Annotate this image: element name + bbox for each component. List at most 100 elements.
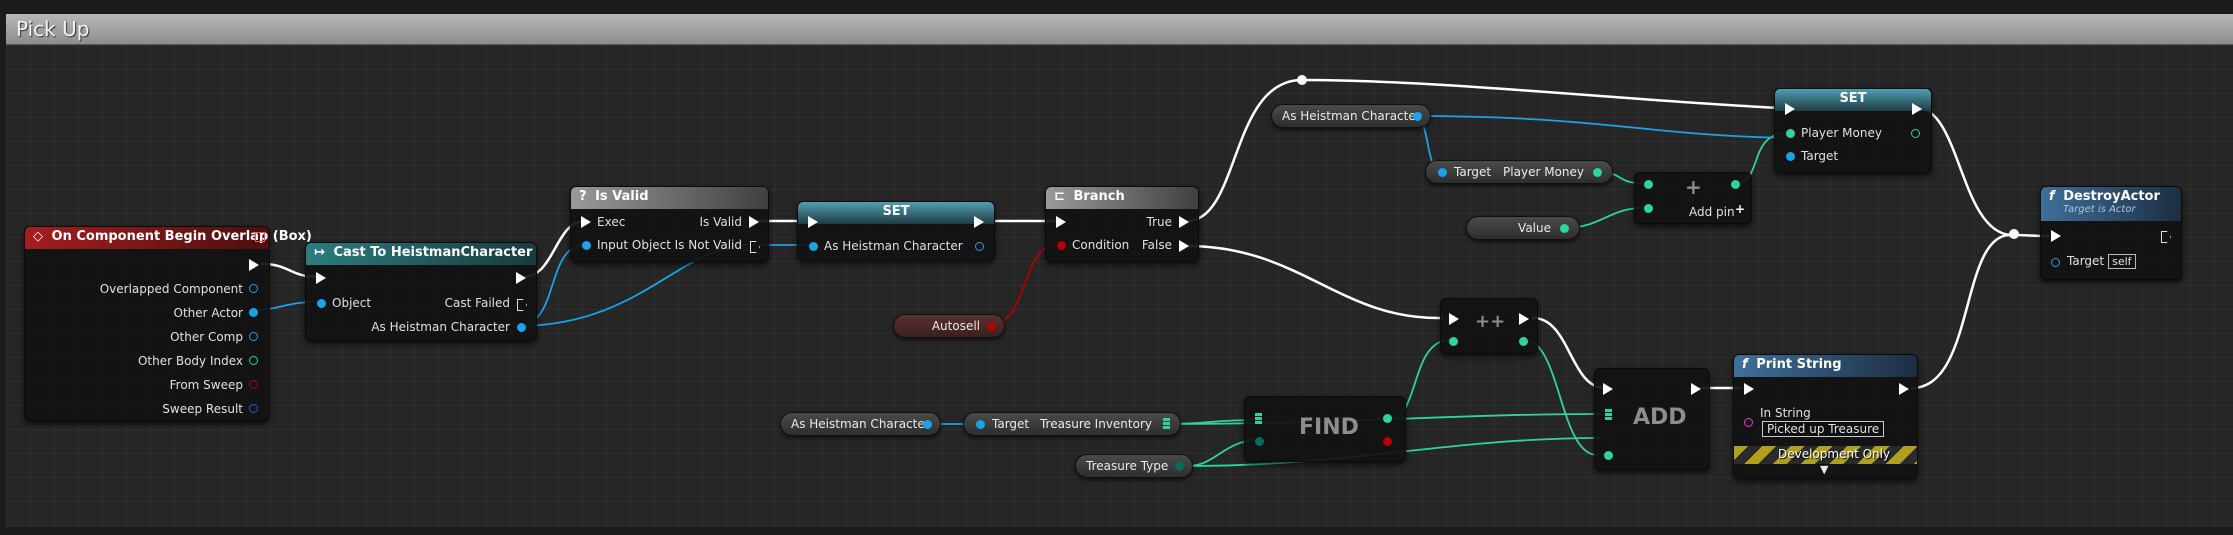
increment-node[interactable]: ++ bbox=[1440, 298, 1538, 354]
chevron-down-icon[interactable]: ▼ bbox=[1820, 463, 1828, 476]
object-pin[interactable] bbox=[582, 241, 591, 250]
variable-heistman-bottom[interactable]: As Heistman Character bbox=[780, 412, 941, 436]
struct-pin[interactable] bbox=[249, 404, 258, 413]
pin-label: Other Comp bbox=[170, 330, 243, 344]
exec-in-pin[interactable] bbox=[2051, 230, 2061, 242]
int-pin[interactable] bbox=[1383, 414, 1392, 423]
comment-box-header[interactable]: Pick Up bbox=[6, 14, 2233, 45]
exec-in-pin[interactable] bbox=[808, 216, 818, 228]
object-pin[interactable] bbox=[976, 420, 985, 429]
string-value-box[interactable]: Picked up Treasure bbox=[1762, 421, 1885, 437]
enum-pin[interactable] bbox=[1255, 437, 1264, 446]
exec-in-pin[interactable] bbox=[581, 216, 591, 228]
pin-label: False bbox=[1141, 238, 1172, 252]
exec-in-pin[interactable] bbox=[1785, 103, 1795, 115]
float-pin[interactable] bbox=[1731, 180, 1740, 189]
array-add-node[interactable]: ADD bbox=[1594, 368, 1710, 470]
enum-pin[interactable] bbox=[1175, 462, 1184, 471]
pin-label: Sweep Result bbox=[162, 402, 243, 416]
exec-in-pin[interactable] bbox=[1449, 313, 1459, 325]
exec-out-pin[interactable] bbox=[1912, 103, 1922, 115]
bool-pin[interactable] bbox=[249, 380, 258, 389]
exec-out-pin[interactable] bbox=[974, 216, 984, 228]
float-pin[interactable] bbox=[1786, 129, 1795, 138]
int-pin[interactable] bbox=[249, 356, 258, 365]
object-pin[interactable] bbox=[317, 299, 326, 308]
plus-icon[interactable]: + bbox=[1735, 202, 1745, 216]
string-pin[interactable] bbox=[1744, 418, 1753, 427]
blueprint-editor: Pick Up ◇ On Component Begin Overlap (Bo… bbox=[0, 0, 2233, 535]
exec-out-pin[interactable] bbox=[1519, 313, 1529, 325]
get-treasure-inventory-node[interactable]: Target Treasure Inventory bbox=[963, 412, 1181, 436]
exec-out-pin[interactable] bbox=[1899, 383, 1909, 395]
set-player-money-node[interactable]: SET Player Money Target bbox=[1774, 88, 1932, 173]
object-pin[interactable] bbox=[1438, 168, 1447, 177]
exec-in-pin[interactable] bbox=[1603, 383, 1613, 395]
branch-node[interactable]: ⊏ Branch True Condition False bbox=[1045, 186, 1199, 262]
int-pin[interactable] bbox=[1519, 337, 1528, 346]
string-input[interactable]: Picked up Treasure bbox=[1762, 421, 1885, 437]
variable-treasure-type[interactable]: Treasure Type bbox=[1075, 454, 1193, 478]
float-pin[interactable] bbox=[1644, 180, 1653, 189]
exec-out-pin[interactable] bbox=[749, 216, 759, 228]
exec-in-pin[interactable] bbox=[1744, 383, 1754, 395]
object-pin[interactable] bbox=[1786, 152, 1795, 161]
exec-out-pin[interactable] bbox=[1179, 216, 1189, 228]
bool-pin[interactable] bbox=[987, 322, 996, 331]
float-pin[interactable] bbox=[1644, 204, 1653, 213]
float-pin[interactable] bbox=[1560, 224, 1569, 233]
object-pin[interactable] bbox=[249, 332, 258, 341]
node-header: ⊏ Branch bbox=[1046, 187, 1198, 209]
exec-out-pin[interactable] bbox=[517, 299, 527, 311]
node-title: Branch bbox=[1073, 189, 1125, 204]
pin-label: True bbox=[1146, 215, 1173, 229]
pin-label: Other Actor bbox=[173, 306, 243, 320]
exec-in-pin[interactable] bbox=[1056, 216, 1066, 228]
object-pin[interactable] bbox=[923, 420, 932, 429]
cast-node[interactable]: ↦ Cast To HeistmanCharacter Object Cast … bbox=[305, 242, 537, 341]
array-grid-icon[interactable] bbox=[1605, 409, 1612, 421]
variable-value[interactable]: Value bbox=[1466, 216, 1580, 240]
print-string-node[interactable]: f Print String In String Picked up Treas… bbox=[1733, 354, 1918, 479]
array-find-node[interactable]: FIND bbox=[1244, 396, 1406, 462]
pin-label: Input Object bbox=[597, 238, 671, 252]
exec-out-pin[interactable] bbox=[516, 272, 526, 284]
object-pin[interactable] bbox=[249, 308, 258, 317]
bool-pin[interactable] bbox=[1057, 241, 1066, 250]
event-node-begin-overlap[interactable]: ◇ On Component Begin Overlap (Box) Overl… bbox=[24, 226, 312, 421]
object-pin[interactable] bbox=[2051, 258, 2060, 267]
array-grid-icon[interactable] bbox=[1163, 418, 1170, 430]
float-pin[interactable] bbox=[1911, 129, 1920, 138]
int-pin[interactable] bbox=[1604, 451, 1613, 460]
bool-pin[interactable] bbox=[1383, 437, 1392, 446]
set-variable-node[interactable]: SET As Heistman Character bbox=[797, 201, 995, 261]
object-pin[interactable] bbox=[809, 242, 818, 251]
get-player-money-node[interactable]: Target Player Money bbox=[1425, 160, 1613, 184]
exec-out-pin[interactable] bbox=[2161, 231, 2171, 243]
float-pin[interactable] bbox=[1593, 168, 1602, 177]
pin-label: Treasure Inventory bbox=[1039, 417, 1152, 431]
destroy-actor-node[interactable]: f DestroyActor Target is Actor Target sel… bbox=[2040, 186, 2182, 280]
close-square-icon bbox=[255, 232, 265, 242]
exec-in-pin[interactable] bbox=[316, 272, 326, 284]
add-label: ADD bbox=[1633, 405, 1687, 430]
variable-autosell[interactable]: Autosell bbox=[893, 314, 1005, 338]
object-pin[interactable] bbox=[517, 323, 526, 332]
exec-out-pin[interactable] bbox=[249, 259, 259, 271]
function-icon: f bbox=[1742, 357, 1748, 372]
add-float-node[interactable]: + Add pin + bbox=[1634, 172, 1752, 224]
exec-out-pin[interactable] bbox=[1179, 240, 1189, 252]
add-pin-button[interactable]: Add pin bbox=[1689, 205, 1735, 219]
variable-heistman-top[interactable]: As Heistman Character bbox=[1271, 104, 1431, 128]
self-value-box[interactable]: self bbox=[2108, 254, 2136, 269]
object-pin[interactable] bbox=[975, 242, 984, 251]
exec-out-pin[interactable] bbox=[1691, 383, 1701, 395]
object-pin[interactable] bbox=[249, 284, 258, 293]
array-grid-icon[interactable] bbox=[1255, 413, 1262, 425]
isvalid-node[interactable]: ? Is Valid Exec Is Valid Input Object Is… bbox=[570, 186, 769, 262]
object-pin[interactable] bbox=[1413, 112, 1422, 121]
int-pin[interactable] bbox=[1449, 337, 1458, 346]
pin-label: Object bbox=[332, 296, 372, 310]
exec-out-pin[interactable] bbox=[750, 241, 760, 253]
pin-label: Overlapped Component bbox=[99, 282, 243, 296]
